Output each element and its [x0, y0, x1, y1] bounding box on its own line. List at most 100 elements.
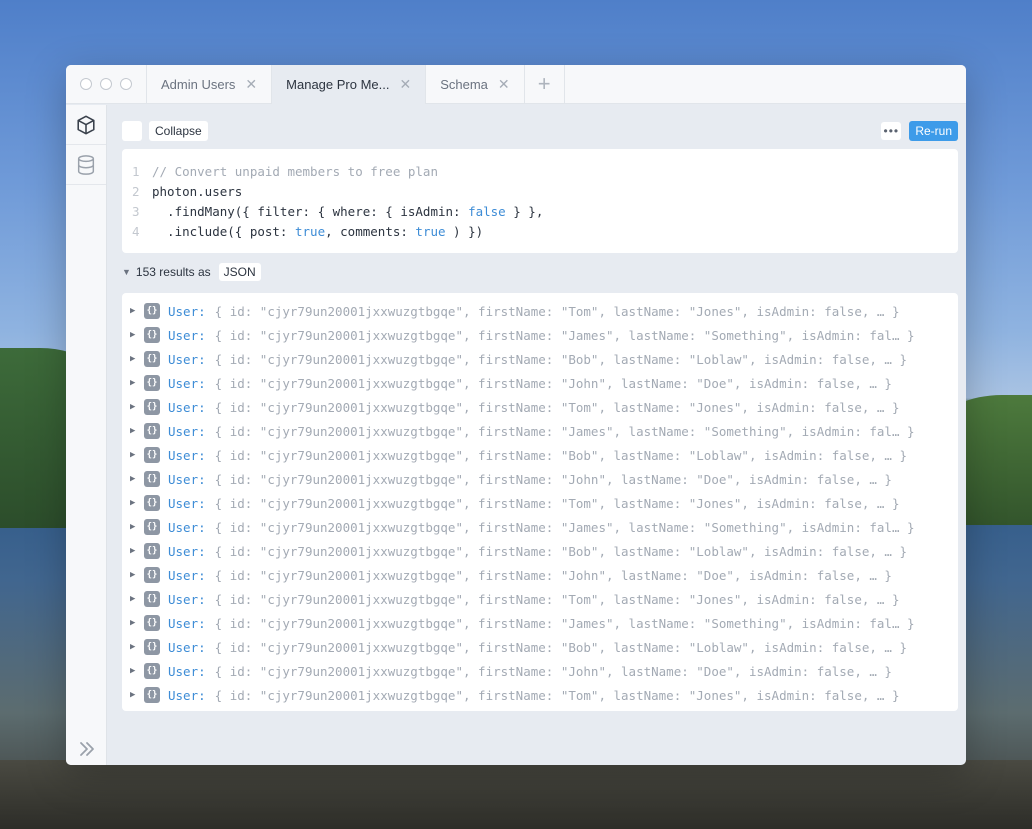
code-text: , comments: [325, 223, 416, 239]
result-value: { id: "cjyr79un20001jxxwuzgtbgqe", first… [214, 351, 907, 367]
object-icon: {} [144, 495, 160, 511]
tab-admin-users[interactable]: Admin Users ✕ [147, 65, 273, 104]
more-options-button[interactable]: ••• [881, 122, 902, 140]
result-row[interactable]: ▶{} User: { id: "cjyr79un20001jxxwuzgtbgqe… [130, 587, 958, 611]
result-value: { id: "cjyr79un20001jxxwuzgtbgqe", first… [214, 543, 907, 559]
add-tab-button[interactable]: + [525, 65, 565, 103]
results-list: ▶{} User:{ id: "cjyr79un20001jxxwuzgtbgqe… [122, 293, 958, 711]
result-type: User: [168, 615, 206, 631]
expand-arrow-icon[interactable]: ▶ [130, 522, 144, 532]
result-type: User: [168, 591, 206, 607]
object-icon: {} [144, 303, 160, 319]
result-type: User: [168, 375, 206, 391]
result-row[interactable]: ▶{} User: { id: "cjyr79un20001jxxwuzgtbgqe… [130, 563, 958, 587]
result-type: User: [168, 567, 206, 583]
object-icon: {} [144, 351, 160, 367]
expand-arrow-icon[interactable]: ▶ [130, 378, 144, 388]
background-shore [0, 760, 1032, 829]
result-type: User: [168, 543, 206, 559]
object-icon: {} [144, 423, 160, 439]
result-row[interactable]: ▶{} User: { id: "cjyr79un20001jxxwuzgtbgqe… [130, 659, 958, 683]
format-selector[interactable]: JSON [218, 263, 261, 281]
expand-arrow-icon[interactable]: ▶ [130, 402, 144, 412]
results-summary: ▼ 153 results as JSON [122, 263, 958, 281]
result-row[interactable]: ▶{} User: { id: "cjyr79un20001jxxwuzgtbgqe… [130, 683, 958, 707]
result-type: User: [168, 423, 206, 439]
close-icon[interactable]: ✕ [245, 76, 257, 93]
result-type: User: [168, 327, 206, 343]
result-type: User: [168, 495, 206, 511]
close-icon[interactable]: ✕ [399, 76, 411, 93]
result-row[interactable]: ▶{} User: { id: "cjyr79un20001jxxwuzgtbgqe… [130, 419, 958, 443]
sidebar-expand-button[interactable] [66, 741, 107, 757]
expand-arrow-icon[interactable]: ▶ [130, 642, 144, 652]
result-row[interactable]: ▶{} User: { id: "cjyr79un20001jxxwuzgtbgqe… [130, 299, 958, 323]
result-type: User: [168, 303, 206, 319]
window-controls [66, 65, 147, 103]
expand-arrow-icon[interactable]: ▶ [130, 306, 144, 316]
code-line: 1 // Convert unpaid members to free plan [132, 161, 958, 181]
expand-arrow-icon[interactable]: ▶ [130, 690, 144, 700]
result-value: { id: "cjyr79un20001jxxwuzgtbgqe", first… [214, 567, 892, 583]
collapse-results-icon[interactable]: ▼ [122, 267, 131, 277]
object-icon: {} [144, 639, 160, 655]
object-icon: {} [144, 399, 160, 415]
select-checkbox[interactable] [122, 121, 142, 141]
sidebar-item-database[interactable] [66, 145, 106, 185]
result-type: User: [168, 447, 206, 463]
sidebar-item-query[interactable] [66, 105, 106, 145]
code-comment: // Convert unpaid members to free plan [152, 163, 438, 179]
result-row[interactable]: ▶{} User: { id: "cjyr79un20001jxxwuzgtbgqe… [130, 635, 958, 659]
rerun-button[interactable]: Re-run [909, 121, 958, 141]
expand-arrow-icon[interactable]: ▶ [130, 450, 144, 460]
expand-arrow-icon[interactable]: ▶ [130, 546, 144, 556]
close-icon[interactable]: ✕ [498, 76, 510, 93]
result-row[interactable]: ▶{} User: { id: "cjyr79un20001jxxwuzgtbgqe… [130, 395, 958, 419]
result-value: { id: "cjyr79un20001jxxwuzgtbgqe", first… [214, 303, 900, 319]
code-line: 2 photon.users [132, 181, 958, 201]
result-row[interactable]: ▶{} User: { id: "cjyr79un20001jxxwuzgtbgqe… [130, 491, 958, 515]
expand-arrow-icon[interactable]: ▶ [130, 498, 144, 508]
object-icon: {} [144, 687, 160, 703]
expand-arrow-icon[interactable]: ▶ [130, 426, 144, 436]
expand-arrow-icon[interactable]: ▶ [130, 594, 144, 604]
result-row[interactable]: ▶{} User: { id: "cjyr79un20001jxxwuzgtbgqe… [130, 443, 958, 467]
result-row[interactable]: ▶{} User: { id: "cjyr79un20001jxxwuzgtbgqe… [130, 467, 958, 491]
close-window-button[interactable] [80, 78, 92, 90]
minimize-window-button[interactable] [100, 78, 112, 90]
expand-arrow-icon[interactable]: ▶ [130, 618, 144, 628]
expand-arrow-icon[interactable]: ▶ [130, 666, 144, 676]
expand-arrow-icon[interactable]: ▶ [130, 570, 144, 580]
result-type: User: [168, 687, 206, 703]
line-number: 4 [132, 223, 140, 239]
expand-arrow-icon[interactable]: ▶ [130, 474, 144, 484]
tab-label: Admin Users [161, 77, 236, 92]
object-icon: {} [144, 519, 160, 535]
object-icon: {} [144, 663, 160, 679]
result-row[interactable]: ▶{} User: { id: "cjyr79un20001jxxwuzgtbgqe… [130, 539, 958, 563]
object-icon: {} [144, 447, 160, 463]
object-icon: {} [144, 567, 160, 583]
cube-icon [77, 115, 95, 134]
code-text: } }, [505, 203, 544, 219]
maximize-window-button[interactable] [120, 78, 132, 90]
result-row[interactable]: ▶{} User: { id: "cjyr79un20001jxxwuzgtbgqe… [130, 347, 958, 371]
collapse-button[interactable]: Collapse [149, 121, 208, 141]
code-keyword: true [415, 223, 446, 239]
result-row[interactable]: ▶{} User: { id: "cjyr79un20001jxxwuzgtbgqe… [130, 371, 958, 395]
code-line: 4 .include({ post: true, comments: true … [132, 221, 958, 241]
tab-manage-pro-members[interactable]: Manage Pro Me... ✕ [272, 65, 427, 104]
result-value: { id: "cjyr79un20001jxxwuzgtbgqe", first… [214, 519, 915, 535]
code-text: .findMany({ filter: { where: { isAdmin: [152, 203, 469, 219]
result-value: { id: "cjyr79un20001jxxwuzgtbgqe", first… [214, 663, 892, 679]
code-editor[interactable]: 1 // Convert unpaid members to free plan 2… [122, 149, 958, 253]
result-row[interactable]: ▶{} User: { id: "cjyr79un20001jxxwuzgtbgqe… [130, 515, 958, 539]
tab-schema[interactable]: Schema ✕ [426, 65, 525, 104]
expand-arrow-icon[interactable]: ▶ [130, 330, 144, 340]
result-row[interactable]: ▶{} User: { id: "cjyr79un20001jxxwuzgtbgqe… [130, 323, 958, 347]
object-icon: {} [144, 615, 160, 631]
expand-arrow-icon[interactable]: ▶ [130, 354, 144, 364]
tab-label: Schema [440, 77, 488, 92]
result-row[interactable]: ▶{} User: { id: "cjyr79un20001jxxwuzgtbgqe… [130, 611, 958, 635]
result-type: User: [168, 399, 206, 415]
